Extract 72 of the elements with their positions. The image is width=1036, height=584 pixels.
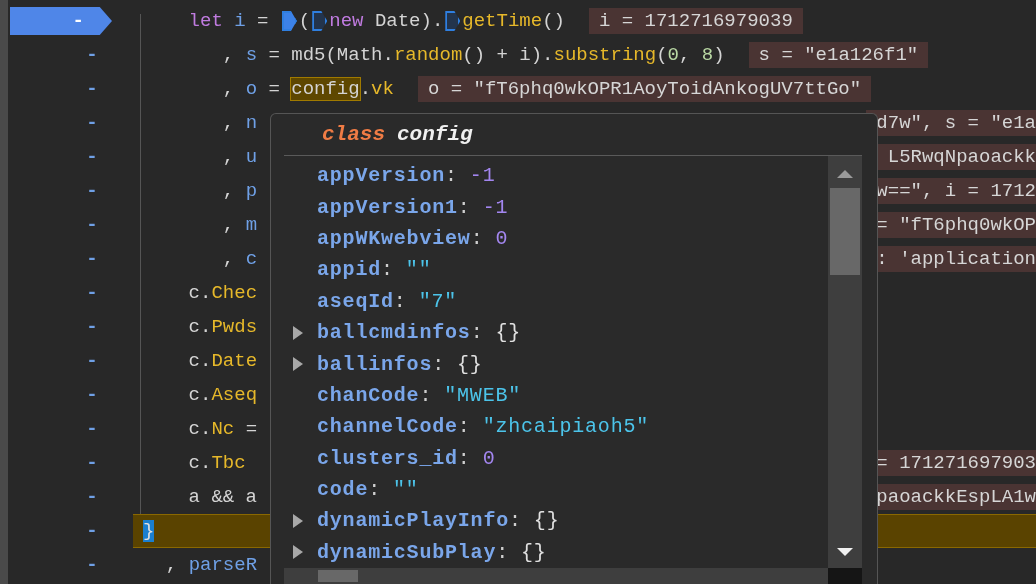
breakpoint-location-icon[interactable]: [312, 11, 328, 31]
code-text: , n: [222, 112, 258, 134]
line-marker[interactable]: -: [72, 554, 112, 576]
code-text: , parseR: [165, 554, 258, 576]
line-marker[interactable]: -: [72, 282, 112, 304]
property-entry: code: "": [317, 478, 419, 502]
property-entry: ballcmdinfos: {}: [317, 321, 522, 345]
line-marker[interactable]: -: [72, 44, 112, 66]
line-marker[interactable]: -: [72, 248, 112, 270]
line-marker[interactable]: -: [72, 350, 112, 372]
property-entry: aseqId: "7": [317, 289, 458, 313]
property-entry: appWKwebview: 0: [317, 226, 509, 250]
breakpoint-marker[interactable]: -: [10, 7, 112, 35]
expand-icon[interactable]: [292, 324, 304, 341]
expand-icon[interactable]: [292, 356, 304, 373]
property-entry: appVersion1: -1: [317, 195, 509, 219]
code-text: c.Tbc: [188, 452, 246, 474]
selected-bracket: }: [143, 520, 155, 542]
code-text: , m: [222, 214, 258, 236]
line-marker[interactable]: -: [72, 146, 112, 168]
line-marker[interactable]: -: [72, 112, 112, 134]
expand-icon[interactable]: [292, 544, 304, 561]
code-text: let i =: [188, 10, 270, 32]
line-marker[interactable]: -: [72, 214, 112, 236]
scrollbar-thumb[interactable]: [318, 570, 358, 582]
code-text: getTime(): [462, 10, 565, 32]
scrollbar-thumb[interactable]: [830, 188, 860, 275]
code-text: , o =: [222, 78, 281, 100]
property-entry: dynamicPlayInfo: {}: [317, 509, 560, 533]
popover-keyword: class: [322, 123, 385, 146]
code-text: (: [298, 10, 311, 32]
horizontal-scrollbar[interactable]: [284, 568, 828, 584]
breakpoint-location-icon[interactable]: [445, 11, 461, 31]
line-marker[interactable]: -: [72, 384, 112, 406]
property-entry: chanCode: "MWEB": [317, 383, 522, 407]
line-marker[interactable]: -: [72, 418, 112, 440]
inline-value: d7w", s = "e1a: [866, 110, 1036, 136]
code-text: , u: [222, 146, 258, 168]
property-entry: ballinfos: {}: [317, 352, 483, 376]
breakpoint-location-icon[interactable]: [281, 11, 297, 31]
code-text: c.Nc =: [188, 418, 258, 440]
property-entry: channelCode: "zhcaipiaoh5": [317, 415, 650, 439]
code-text: c.Date: [188, 350, 258, 372]
inline-value: i = 1712716979039: [588, 8, 803, 34]
vertical-scrollbar[interactable]: [828, 156, 862, 568]
property-entry: appVersion: -1: [317, 164, 496, 188]
inline-value: s = "e1a126f1": [748, 42, 929, 68]
code-text: a && a: [188, 486, 258, 508]
code-text: .vk: [359, 78, 394, 100]
property-entry: dynamicSubPlay: {}: [317, 540, 547, 564]
scroll-up-icon[interactable]: [835, 168, 855, 178]
property-entry: appid: "": [317, 258, 432, 282]
code-text: new Date).: [329, 10, 444, 32]
code-text: , p: [222, 180, 258, 202]
line-marker[interactable]: -: [72, 78, 112, 100]
property-entry: clusters_id: 0: [317, 446, 496, 470]
code-text: c.Pwds: [188, 316, 258, 338]
line-marker[interactable]: -: [72, 180, 112, 202]
line-marker[interactable]: -: [72, 486, 112, 508]
highlighted-code: config: [291, 78, 360, 100]
expand-icon[interactable]: [292, 513, 304, 529]
inline-value: L5RwqNpaoackk: [877, 144, 1036, 170]
code-text: c.Aseq: [188, 384, 258, 406]
line-marker[interactable]: -: [72, 316, 112, 338]
code-text: , s = md5(Math.random() + i).substring(0, 8): [222, 44, 725, 66]
code-text: , c: [222, 248, 258, 270]
inline-value: o = "fT6phq0wkOPR1AoyToidAnkogUV7ttGo": [417, 76, 872, 102]
line-marker[interactable]: -: [72, 520, 112, 542]
line-marker[interactable]: -: [72, 452, 112, 474]
scrollbar-corner: [828, 568, 862, 584]
popover-title: config: [397, 123, 473, 146]
code-text: c.Chec: [188, 282, 258, 304]
